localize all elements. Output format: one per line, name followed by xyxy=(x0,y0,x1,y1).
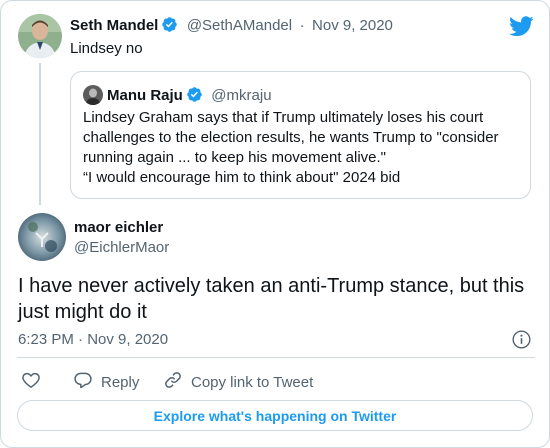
reply-label: Reply xyxy=(101,373,140,391)
copy-link-label: Copy link to Tweet xyxy=(191,373,314,391)
quoted-tweet-text: Lindsey Graham says that if Trump ultima… xyxy=(83,108,499,188)
info-icon[interactable] xyxy=(511,329,532,350)
verified-badge-icon xyxy=(161,16,178,38)
explore-label: Explore what's happening on Twitter xyxy=(153,407,397,424)
copy-link-button[interactable]: Copy link to Tweet xyxy=(163,370,313,394)
main-timestamp[interactable]: 6:23 PM · Nov 9, 2020 xyxy=(18,331,168,348)
main-text-line: just might do it xyxy=(18,301,147,323)
tweet-date[interactable]: Nov 9, 2020 xyxy=(312,17,393,34)
twitter-bird-icon[interactable] xyxy=(509,16,534,37)
parent-tweet-text: Lindsey no xyxy=(70,40,143,57)
avatar-seth-mandel[interactable] xyxy=(18,14,62,58)
divider xyxy=(17,357,535,358)
handle[interactable]: @SethAMandel xyxy=(187,17,292,34)
main-handle[interactable]: @EichlerMaor xyxy=(74,239,169,256)
link-icon xyxy=(163,370,183,394)
quoted-text-line: challenges to the election results, he w… xyxy=(83,129,499,146)
avatar-manu-raju xyxy=(83,85,103,105)
reply-button[interactable]: Reply xyxy=(73,370,139,394)
separator-dot: · xyxy=(299,17,305,34)
quoted-handle: @mkraju xyxy=(211,87,272,104)
parent-tweet-header: Seth Mandel @SethAMandel · Nov 9, 2020 xyxy=(70,16,393,38)
display-name[interactable]: Seth Mandel xyxy=(70,17,158,34)
main-tweet-text: I have never actively taken an anti-Trum… xyxy=(18,273,524,325)
main-text-line: I have never actively taken an anti-Trum… xyxy=(18,275,525,297)
verified-badge-icon xyxy=(186,86,203,108)
quoted-text-line: Lindsey Graham says that if Trump ultima… xyxy=(83,109,484,126)
quoted-tweet[interactable]: Manu Raju @mkraju Lindsey Graham says th… xyxy=(70,71,531,199)
embedded-tweet-card: Seth Mandel @SethAMandel · Nov 9, 2020 L… xyxy=(0,0,550,448)
quoted-text-line: “I would encourage him to think about" 2… xyxy=(83,169,401,186)
reply-icon xyxy=(73,370,93,394)
heart-icon[interactable] xyxy=(21,370,41,390)
main-display-name[interactable]: maor eichler xyxy=(74,219,163,236)
quoted-tweet-header: Manu Raju @mkraju xyxy=(107,86,272,108)
quoted-display-name: Manu Raju xyxy=(107,87,183,104)
quoted-text-line: running again ... to keep his movement a… xyxy=(83,149,386,166)
avatar-maor-eichler[interactable] xyxy=(18,213,66,261)
thread-connector-line xyxy=(39,63,41,205)
explore-twitter-button[interactable]: Explore what's happening on Twitter xyxy=(17,400,533,431)
